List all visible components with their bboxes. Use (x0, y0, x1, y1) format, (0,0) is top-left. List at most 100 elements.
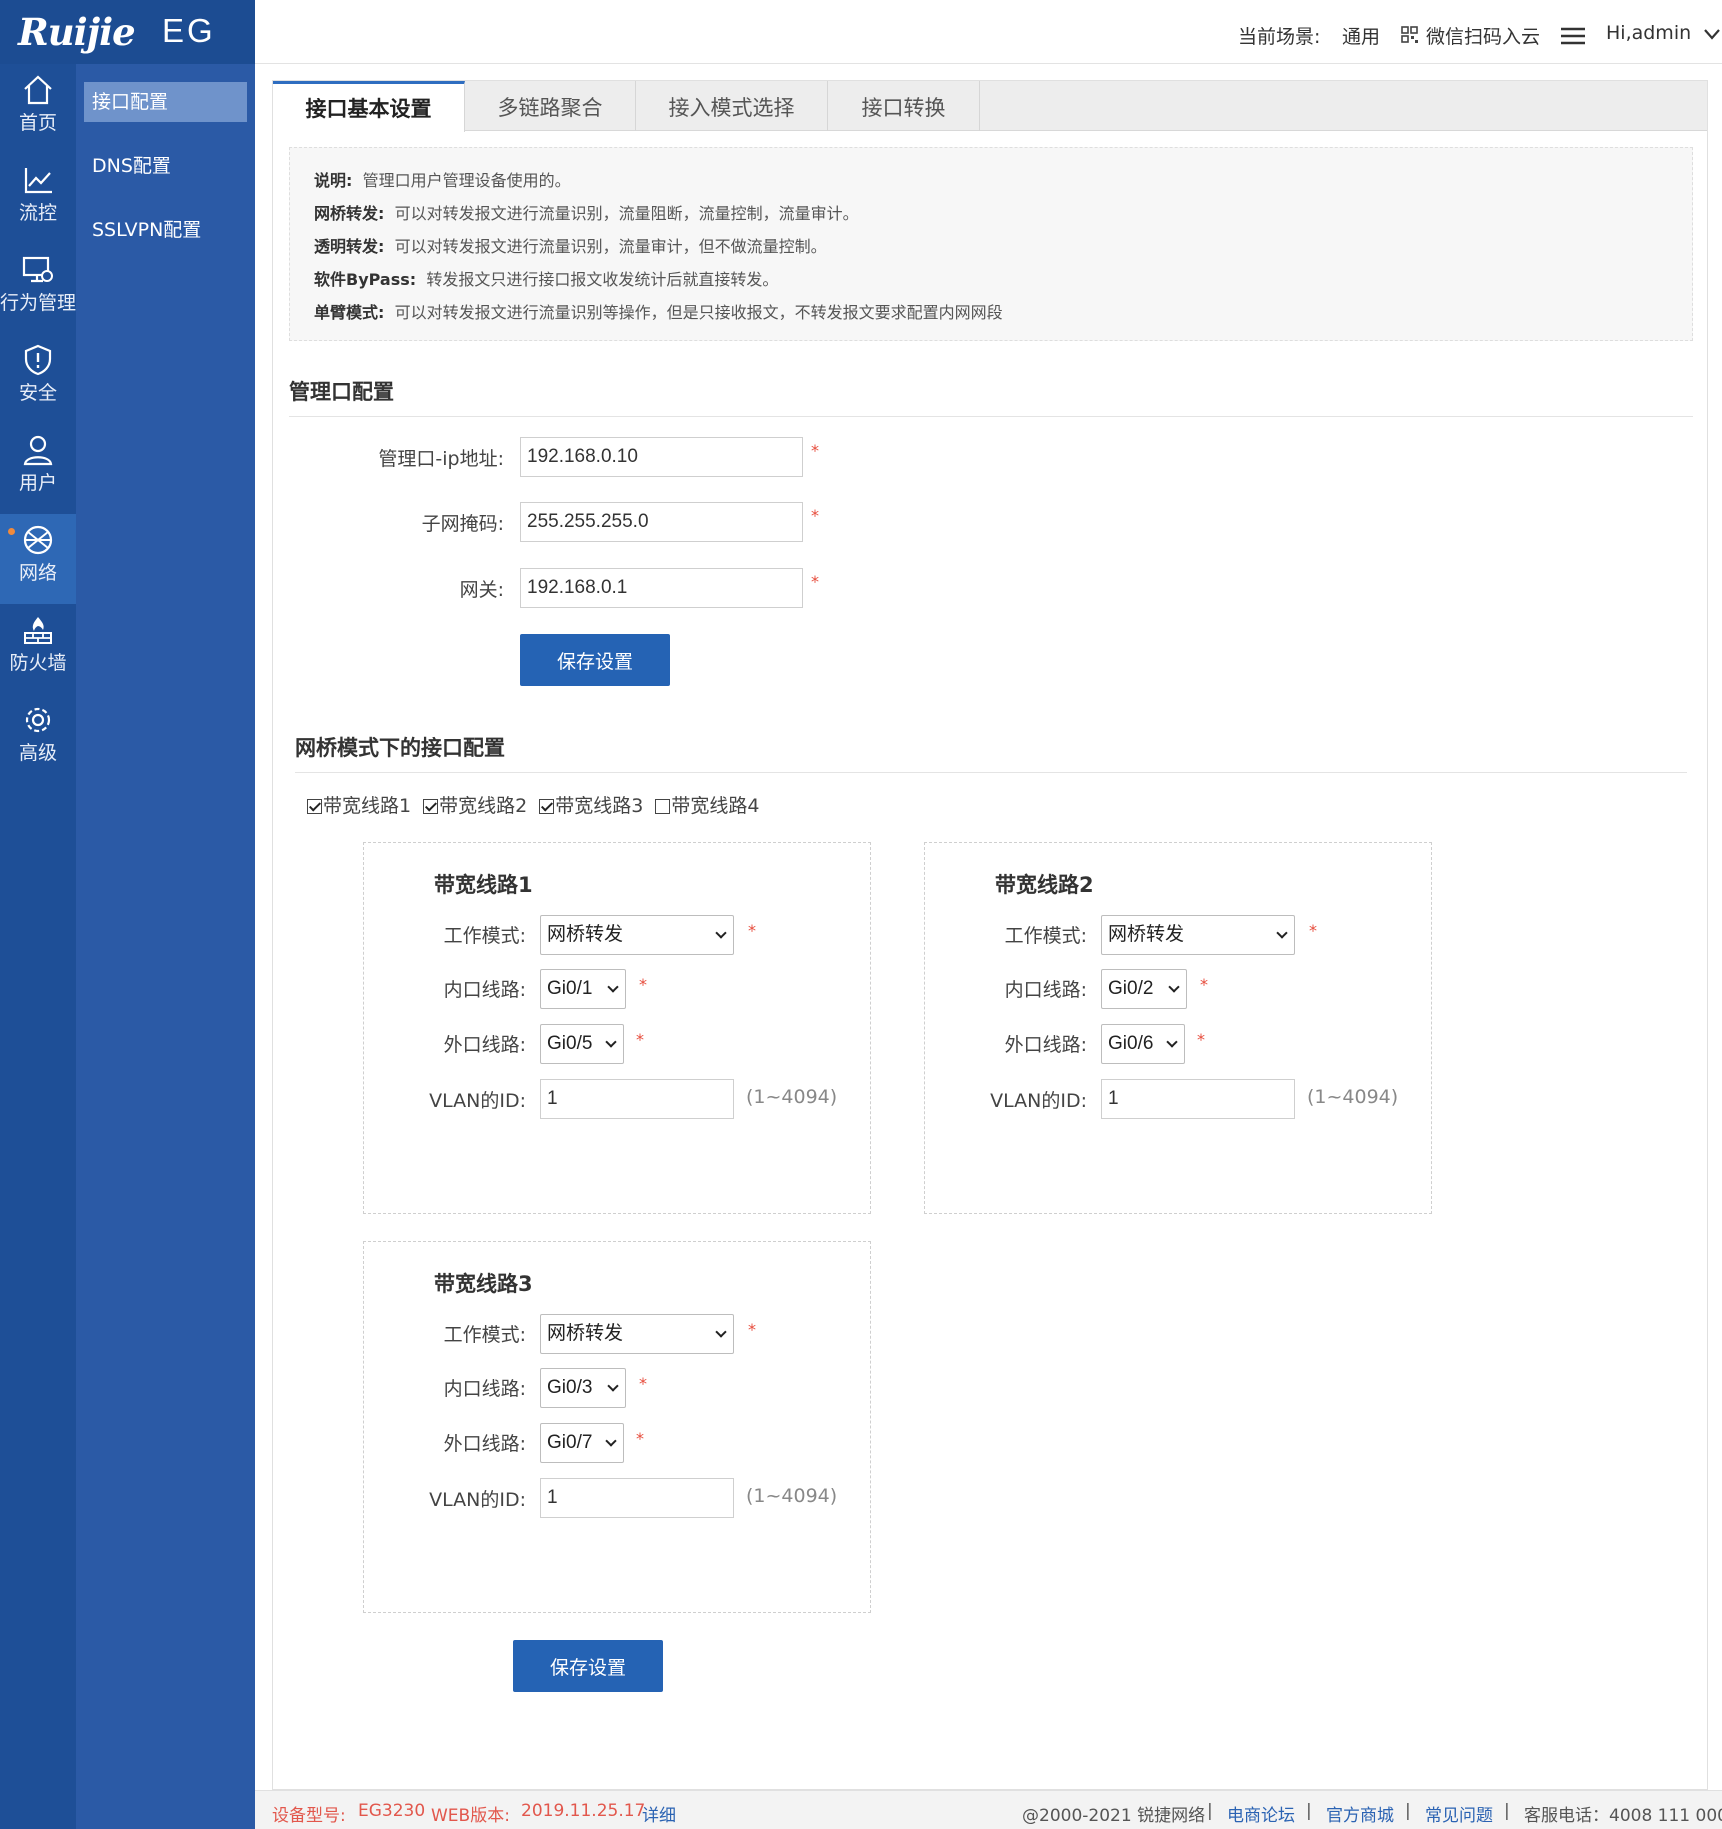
line-card-title: 带宽线路3 (434, 1272, 533, 1296)
model-value: EG3230 (358, 1801, 426, 1821)
vlan-range-hint: (1~4094) (746, 1485, 838, 1507)
detail-link[interactable]: 详细 (642, 1801, 676, 1826)
firewall-icon (24, 617, 52, 644)
inner-port-select[interactable]: Gi0/3 (540, 1368, 626, 1408)
chevron-down-icon (607, 1380, 619, 1392)
mgmt-section-title: 管理口配置 (289, 380, 394, 404)
tab-basic-settings[interactable]: 接口基本设置 (273, 81, 465, 132)
product-name: EG (162, 12, 216, 49)
inner-port-select[interactable]: Gi0/2 (1101, 969, 1187, 1009)
subnav-interface-config[interactable]: 接口配置 (84, 82, 247, 122)
inner-port-label: 内口线路: (443, 1378, 526, 1400)
line-card-title: 带宽线路2 (995, 873, 1094, 897)
faq-link[interactable]: 常见问题 (1425, 1801, 1493, 1826)
user-menu[interactable]: Hi,admin (1606, 22, 1691, 44)
sub-nav: 接口配置 DNS配置 SSLVPN配置 (76, 64, 255, 1829)
mgmt-ip-input[interactable] (520, 437, 803, 477)
nav-home[interactable]: 首页 (0, 64, 76, 154)
chevron-down-icon (605, 1435, 617, 1447)
required-mark: * (811, 441, 819, 460)
separator: | (1306, 1801, 1312, 1821)
chevron-down-icon[interactable] (1704, 29, 1720, 40)
subnet-mask-input[interactable] (520, 502, 803, 542)
forum-link[interactable]: 电商论坛 (1227, 1801, 1295, 1826)
shield-icon (24, 344, 52, 376)
scene-value[interactable]: 通用 (1342, 22, 1380, 49)
scene-label: 当前场景: (1238, 26, 1321, 48)
work-mode-label: 工作模式: (1004, 925, 1087, 947)
nav-advanced[interactable]: 高级 (0, 694, 76, 784)
tab-bar: 接口基本设置 多链路聚合 接入模式选择 接口转换 (273, 81, 1707, 132)
monitor-gear-icon (22, 256, 53, 283)
subnav-sslvpn-config[interactable]: SSLVPN配置 (84, 210, 247, 250)
vlan-id-input[interactable] (540, 1079, 734, 1119)
divider (295, 772, 1687, 773)
inner-port-label: 内口线路: (1004, 979, 1087, 1001)
nav-firewall[interactable]: 防火墙 (0, 604, 76, 694)
required-mark: * (636, 1429, 644, 1448)
outer-port-select[interactable]: Gi0/6 (1101, 1024, 1185, 1064)
checkbox-line-2[interactable]: 带宽线路2 (423, 795, 527, 817)
vlan-id-input[interactable] (540, 1478, 734, 1518)
checkbox-line-4[interactable]: 带宽线路4 (655, 795, 760, 817)
outer-port-select[interactable]: Gi0/5 (540, 1024, 624, 1064)
nav-flow-control[interactable]: 流控 (0, 154, 76, 244)
work-mode-label: 工作模式: (443, 925, 526, 947)
nav-security[interactable]: 安全 (0, 334, 76, 424)
required-mark: * (1309, 921, 1317, 940)
chart-line-icon (24, 168, 52, 194)
outer-port-label: 外口线路: (1004, 1034, 1087, 1056)
top-header: 当前场景: 通用 微信扫码入云 Hi,admin (255, 0, 1722, 64)
required-mark: * (1197, 1030, 1205, 1049)
outer-port-select[interactable]: Gi0/7 (540, 1423, 624, 1463)
wechat-cloud-link[interactable]: 微信扫码入云 (1426, 22, 1540, 49)
menu-icon[interactable] (1560, 27, 1586, 45)
tab-multilink[interactable]: 多链路聚合 (465, 81, 636, 131)
nav-user[interactable]: 用户 (0, 424, 76, 514)
logo-bar: Ruijie EG (0, 0, 255, 64)
gear-icon (25, 707, 51, 733)
shop-link[interactable]: 官方商城 (1326, 1801, 1394, 1826)
required-mark: * (748, 1320, 756, 1339)
separator: | (1207, 1801, 1213, 1821)
subnav-dns-config[interactable]: DNS配置 (84, 146, 247, 186)
description-note: 说明: 管理口用户管理设备使用的。 网桥转发: 可以对转发报文进行流量识别，流量… (289, 147, 1693, 341)
required-mark: * (811, 506, 819, 525)
work-mode-select[interactable]: 网桥转发 (1101, 915, 1295, 955)
copyright: @2000-2021 锐捷网络 (1022, 1806, 1206, 1826)
model-label: 设备型号: (272, 1806, 346, 1826)
vlan-id-label: VLAN的ID: (429, 1090, 526, 1112)
nav-behavior[interactable]: 行为管理 (0, 244, 76, 334)
line-2-card: 带宽线路2 工作模式: 网桥转发 * 内口线路: Gi0/2 * 外口线路: G… (924, 842, 1432, 1214)
vlan-id-label: VLAN的ID: (429, 1489, 526, 1511)
checkbox-line-1[interactable]: 带宽线路1 (307, 795, 411, 817)
user-icon (23, 435, 53, 466)
chevron-down-icon (1276, 927, 1288, 939)
active-dot (8, 528, 15, 535)
line-checkbox-group: 带宽线路1 带宽线路2 带宽线路3 带宽线路4 (307, 791, 766, 818)
required-mark: * (811, 572, 819, 591)
tab-interface-convert[interactable]: 接口转换 (828, 81, 980, 131)
note-line: 软件ByPass: 转发报文只进行接口报文收发统计后就直接转发。 (314, 270, 779, 289)
qr-code-icon (1401, 26, 1418, 43)
work-mode-select[interactable]: 网桥转发 (540, 915, 734, 955)
required-mark: * (639, 975, 647, 994)
chevron-down-icon (1166, 1036, 1178, 1048)
web-version-value: 2019.11.25.17 (521, 1801, 646, 1821)
checkbox-line-3[interactable]: 带宽线路3 (539, 795, 643, 817)
required-mark: * (639, 1374, 647, 1393)
bridge-save-button[interactable]: 保存设置 (513, 1640, 663, 1692)
note-line: 单臂模式: 可以对转发报文进行流量识别等操作，但是只接收报文，不转发报文要求配置… (314, 303, 1003, 322)
gateway-input[interactable] (520, 568, 803, 608)
inner-port-select[interactable]: Gi0/1 (540, 969, 626, 1009)
chevron-down-icon (605, 1036, 617, 1048)
content-panel: 接口基本设置 多链路聚合 接入模式选择 接口转换 说明: 管理口用户管理设备使用… (272, 80, 1708, 1790)
mgmt-ip-label: 管理口-ip地址: (378, 448, 504, 470)
nav-network[interactable]: 网络 (0, 514, 76, 604)
outer-port-label: 外口线路: (443, 1433, 526, 1455)
note-line: 透明转发: 可以对转发报文进行流量识别，流量审计，但不做流量控制。 (314, 237, 827, 256)
mgmt-save-button[interactable]: 保存设置 (520, 634, 670, 686)
work-mode-select[interactable]: 网桥转发 (540, 1314, 734, 1354)
tab-access-mode[interactable]: 接入模式选择 (636, 81, 828, 131)
vlan-id-input[interactable] (1101, 1079, 1295, 1119)
